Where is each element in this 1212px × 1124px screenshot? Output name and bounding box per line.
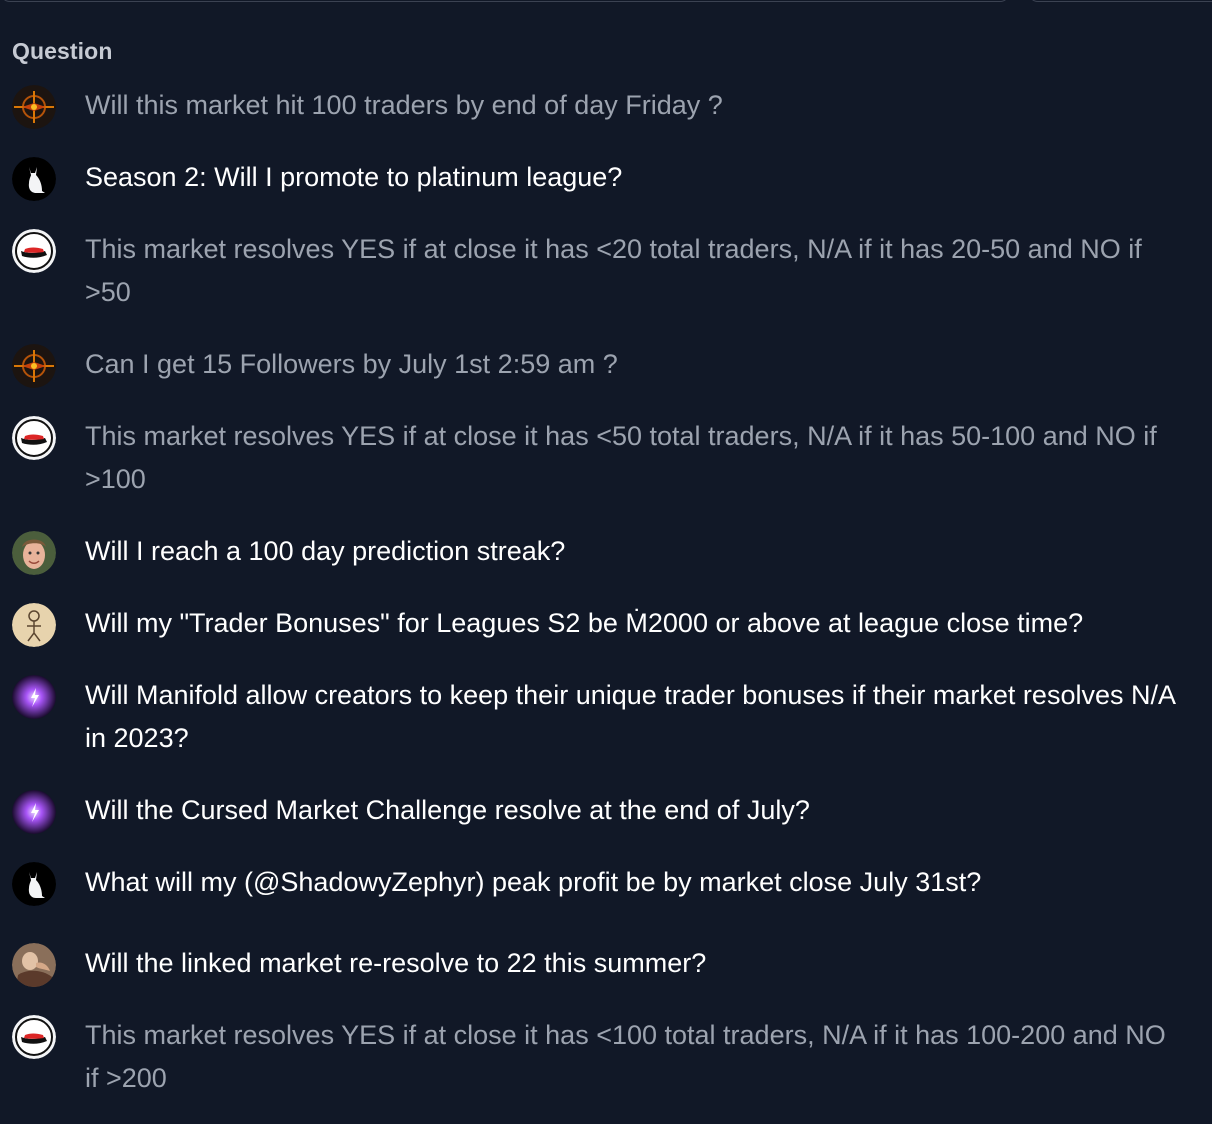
question-text[interactable]: This market resolves YES if at close it … bbox=[85, 1014, 1175, 1100]
question-text[interactable]: Will my "Trader Bonuses" for Leagues S2 … bbox=[85, 602, 1175, 645]
column-header-question: Question bbox=[12, 38, 113, 64]
painting-avatar-icon bbox=[12, 943, 56, 987]
question-text[interactable]: Season 2: Will I promote to platinum lea… bbox=[85, 156, 1175, 199]
stick-figure-avatar-icon bbox=[12, 603, 56, 647]
table-row[interactable]: Will the Cursed Market Challenge resolve… bbox=[0, 789, 1212, 861]
question-text[interactable]: Can I get 15 Followers by July 1st 2:59 … bbox=[85, 343, 1175, 386]
table-row[interactable]: Can I get 15 Followers by July 1st 2:59 … bbox=[0, 343, 1212, 415]
avatar[interactable] bbox=[12, 603, 56, 647]
avatar[interactable] bbox=[12, 157, 56, 201]
shoe-logo-avatar-icon bbox=[12, 229, 56, 273]
table-row[interactable]: What will my (@ShadowyZephyr) peak profi… bbox=[0, 861, 1212, 942]
question-text[interactable]: Will I reach a 100 day prediction streak… bbox=[85, 530, 1175, 573]
purple-spark-avatar-icon bbox=[12, 675, 56, 719]
question-list: Will this market hit 100 traders by end … bbox=[0, 84, 1212, 1104]
question-text[interactable]: This market resolves YES if at close it … bbox=[85, 228, 1175, 314]
question-text[interactable]: Will Manifold allow creators to keep the… bbox=[85, 674, 1175, 760]
avatar[interactable] bbox=[12, 344, 56, 388]
shoe-logo-avatar-icon bbox=[12, 1015, 56, 1059]
white-cat-avatar-icon bbox=[12, 862, 56, 906]
table-row[interactable]: This market resolves YES if at close it … bbox=[0, 228, 1212, 343]
avatar[interactable] bbox=[12, 790, 56, 834]
table-row[interactable]: Will I reach a 100 day prediction streak… bbox=[0, 530, 1212, 602]
shoe-logo-avatar-icon bbox=[12, 416, 56, 460]
top-input-border bbox=[0, 0, 1212, 4]
person-photo-avatar-icon bbox=[12, 531, 56, 575]
avatar[interactable] bbox=[12, 416, 56, 460]
table-row[interactable]: Season 2: Will I promote to platinum lea… bbox=[0, 156, 1212, 228]
purple-spark-avatar-icon bbox=[12, 790, 56, 834]
avatar[interactable] bbox=[12, 85, 56, 129]
compass-avatar-icon bbox=[12, 344, 56, 388]
avatar[interactable] bbox=[12, 1015, 56, 1059]
table-row[interactable]: This market resolves YES if at close it … bbox=[0, 1014, 1212, 1104]
compass-avatar-icon bbox=[12, 85, 56, 129]
question-text[interactable]: Will the Cursed Market Challenge resolve… bbox=[85, 789, 1175, 832]
search-field-border[interactable] bbox=[0, 0, 1010, 2]
sort-select-border[interactable] bbox=[1028, 0, 1212, 2]
table-row[interactable]: Will this market hit 100 traders by end … bbox=[0, 84, 1212, 156]
question-text[interactable]: This market resolves YES if at close it … bbox=[85, 415, 1175, 501]
question-text[interactable]: What will my (@ShadowyZephyr) peak profi… bbox=[85, 861, 1175, 904]
avatar[interactable] bbox=[12, 531, 56, 575]
table-row[interactable]: Will my "Trader Bonuses" for Leagues S2 … bbox=[0, 602, 1212, 674]
table-row[interactable]: Will Manifold allow creators to keep the… bbox=[0, 674, 1212, 789]
avatar[interactable] bbox=[12, 862, 56, 906]
white-cat-avatar-icon bbox=[12, 157, 56, 201]
table-row[interactable]: Will the linked market re-resolve to 22 … bbox=[0, 942, 1212, 1014]
question-text[interactable]: Will the linked market re-resolve to 22 … bbox=[85, 942, 1175, 985]
avatar[interactable] bbox=[12, 675, 56, 719]
avatar[interactable] bbox=[12, 229, 56, 273]
table-row[interactable]: This market resolves YES if at close it … bbox=[0, 415, 1212, 530]
avatar[interactable] bbox=[12, 943, 56, 987]
question-text[interactable]: Will this market hit 100 traders by end … bbox=[85, 84, 1175, 127]
